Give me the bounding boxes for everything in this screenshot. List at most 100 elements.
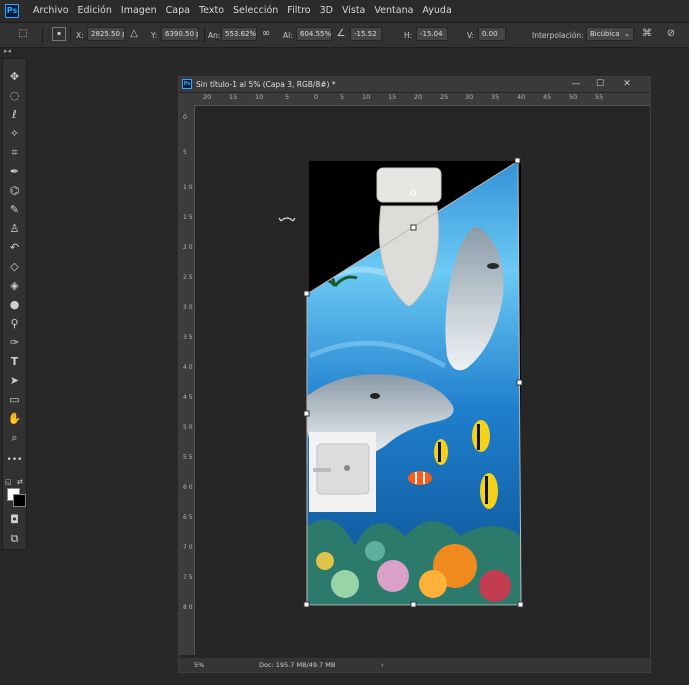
y-field[interactable]: 6390.50 px: [161, 27, 199, 41]
zoom-level[interactable]: 5%: [194, 658, 204, 672]
ruler-h-label: 0: [314, 93, 319, 101]
ruler-h-label: 10: [255, 93, 264, 101]
close-icon[interactable]: ✕: [618, 77, 636, 92]
transform-handle[interactable]: [517, 601, 524, 608]
rectangle-icon[interactable]: ▭: [3, 391, 26, 409]
x-field[interactable]: 2825.50 px: [87, 27, 125, 41]
document-tab[interactable]: Ps Sin título-1 al 5% (Capa 3, RGB/8#) *…: [179, 77, 650, 92]
transform-tool-icon[interactable]: ⬚: [16, 27, 30, 41]
document-info[interactable]: Doc: 195.7 MB/49.7 MB: [259, 658, 335, 672]
more-icon[interactable]: •••: [3, 451, 26, 469]
menu-ayuda[interactable]: Ayuda: [422, 5, 451, 16]
cancel-transform-icon[interactable]: ⊘: [664, 27, 678, 41]
ruler-h-label: 25: [440, 93, 449, 101]
status-bar: 5% Doc: 195.7 MB/49.7 MB ›: [179, 658, 650, 672]
lasso-icon[interactable]: ℓ: [3, 106, 26, 124]
ruler-v-label: 4 5: [183, 394, 193, 401]
magic-wand-icon[interactable]: ✧: [3, 125, 26, 143]
move-icon[interactable]: ✥: [3, 68, 26, 86]
height-field[interactable]: 604.55%: [296, 27, 332, 41]
status-menu-arrow-icon[interactable]: ›: [381, 658, 384, 672]
menu-filtro[interactable]: Filtro: [287, 5, 310, 16]
x-label: X:: [76, 31, 84, 40]
link-icon[interactable]: ∞: [259, 27, 273, 41]
warp-icon[interactable]: ⌘: [640, 27, 654, 41]
document-title: Sin título-1 al 5% (Capa 3, RGB/8#) *: [196, 80, 336, 89]
type-icon[interactable]: T: [3, 353, 26, 371]
zoom-icon[interactable]: ⌕: [3, 429, 26, 447]
ruler-h-label: 45: [543, 93, 552, 101]
menu-seleccion[interactable]: Selección: [233, 5, 278, 16]
transform-handle[interactable]: [303, 290, 310, 297]
canvas-artwork[interactable]: [195, 106, 650, 658]
healing-icon[interactable]: ⌬: [3, 182, 26, 200]
blur-icon[interactable]: ●: [3, 296, 26, 314]
reference-point-icon[interactable]: ▪: [52, 27, 66, 41]
pen-icon[interactable]: ✑: [3, 334, 26, 352]
stamp-icon[interactable]: ♙: [3, 220, 26, 238]
hand-icon[interactable]: ✋: [3, 410, 26, 428]
interpolation-select[interactable]: Bicúbica ⌄: [586, 27, 634, 41]
menu-edicion[interactable]: Edición: [78, 5, 112, 16]
document-window: Ps Sin título-1 al 5% (Capa 3, RGB/8#) *…: [178, 76, 651, 673]
crop-icon[interactable]: ⌗: [3, 144, 26, 162]
menu-3d[interactable]: 3D: [320, 5, 333, 16]
document-ps-icon: Ps: [182, 79, 192, 89]
rotate-cursor-icon: [280, 217, 294, 222]
marquee-icon[interactable]: ◌: [3, 87, 26, 105]
quick-mask-icon[interactable]: ◘: [3, 511, 26, 529]
menu-vista[interactable]: Vista: [342, 5, 365, 16]
default-colors-icon[interactable]: ◱: [5, 478, 12, 486]
ruler-v-label: 7 5: [183, 574, 193, 581]
maximize-icon[interactable]: ☐: [591, 77, 609, 92]
swap-colors-icon[interactable]: ⇄: [17, 478, 23, 486]
background-color-swatch[interactable]: [13, 494, 26, 507]
width-field[interactable]: 553.62%: [221, 27, 257, 41]
history-brush-icon[interactable]: ↶: [3, 239, 26, 257]
y-label: Y:: [151, 31, 158, 40]
eyedropper-icon[interactable]: ✒: [3, 163, 26, 181]
divider: [204, 27, 205, 43]
ruler-v-label: 5 5: [183, 454, 193, 461]
path-select-icon[interactable]: ➤: [3, 372, 26, 390]
menu-archivo[interactable]: Archivo: [33, 5, 69, 16]
h-skew-field[interactable]: -15.04: [416, 27, 448, 41]
menu-capa[interactable]: Capa: [166, 5, 190, 16]
dodge-icon[interactable]: ⚲: [3, 315, 26, 333]
eraser-icon[interactable]: ◇: [3, 258, 26, 276]
menu-imagen[interactable]: Imagen: [121, 5, 157, 16]
transform-handle[interactable]: [410, 224, 417, 231]
brush-icon[interactable]: ✎: [3, 201, 26, 219]
ruler-corner[interactable]: [179, 93, 195, 105]
transform-handle[interactable]: [410, 601, 417, 608]
transform-handle[interactable]: [516, 379, 523, 386]
horizontal-ruler[interactable]: 20 15 10 5 0 5 10 15 20 25 30 35 40 45 5…: [195, 93, 650, 106]
minimize-icon[interactable]: —: [567, 77, 585, 92]
bucket-icon[interactable]: ◈: [3, 277, 26, 295]
tools-panel: ✥ ◌ ℓ ✧ ⌗ ✒ ⌬ ✎ ♙ ↶ ◇ ◈ ● ⚲ ✑ T ➤ ▭ ✋ ⌕ …: [2, 58, 27, 550]
canvas-area[interactable]: [195, 106, 650, 658]
ruler-h-label: 35: [491, 93, 500, 101]
v-skew-field[interactable]: 0.00: [478, 27, 506, 41]
chevron-down-icon: ⌄: [624, 30, 630, 38]
collapse-tools-icon[interactable]: ▸◂: [4, 47, 11, 55]
interpolation-label: Interpolación:: [532, 31, 584, 40]
screen-mode-icon[interactable]: ⧉: [3, 530, 26, 548]
ruler-v-label: 6 5: [183, 514, 193, 521]
angle-field[interactable]: -15.52: [350, 27, 382, 41]
transform-handle[interactable]: [514, 157, 521, 164]
ruler-v-label: 2 5: [183, 274, 193, 281]
menu-bar: Ps Archivo Edición Imagen Capa Texto Sel…: [0, 0, 689, 21]
vertical-ruler[interactable]: 0 5 1 0 1 5 2 0 2 5 3 0 3 5 4 0 4 5 5 0 …: [179, 105, 195, 655]
ruler-v-label: 3 5: [183, 334, 193, 341]
relative-position-icon[interactable]: △: [127, 27, 141, 41]
transform-handle[interactable]: [303, 601, 310, 608]
sink-image: [309, 432, 376, 512]
ruler-h-label: 20: [203, 93, 212, 101]
ruler-v-label: 6 0: [183, 484, 193, 491]
ruler-v-label: 2 0: [183, 244, 193, 251]
transform-handle[interactable]: [303, 410, 310, 417]
menu-texto[interactable]: Texto: [199, 5, 224, 16]
menu-ventana[interactable]: Ventana: [374, 5, 413, 16]
ruler-h-label: 40: [517, 93, 526, 101]
